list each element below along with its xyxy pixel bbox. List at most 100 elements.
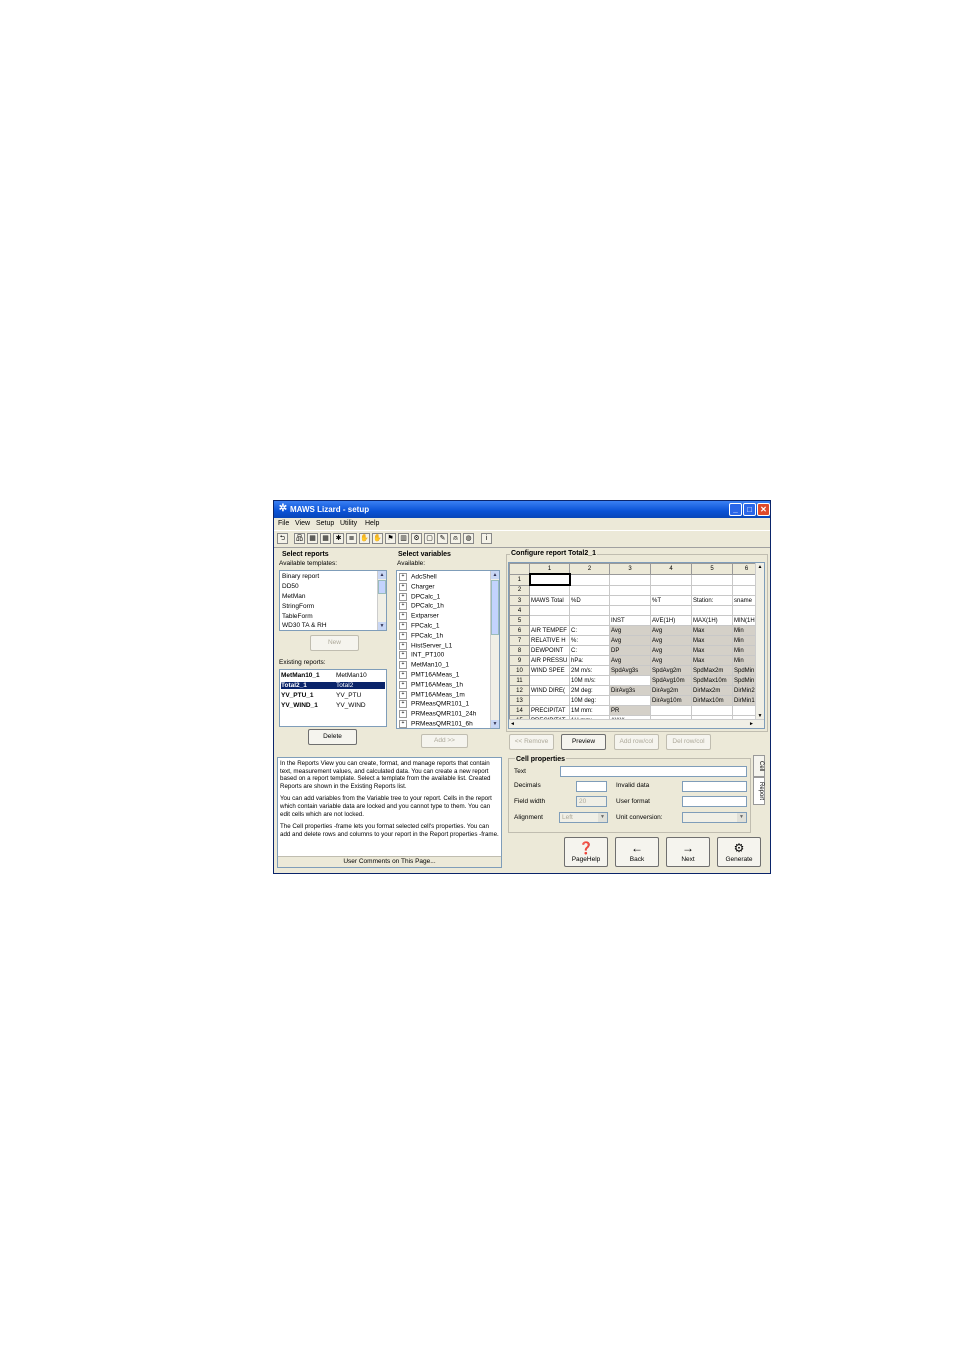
dev-icon[interactable]: ▦: [307, 533, 318, 544]
grid-cell[interactable]: Avg: [650, 655, 692, 666]
grid-cell[interactable]: [529, 605, 570, 616]
tree-item[interactable]: + PRMeasQMR101_6h: [399, 720, 473, 728]
row-header[interactable]: 5: [509, 615, 530, 626]
row-header[interactable]: 9: [509, 655, 530, 666]
table-icon[interactable]: ▥: [398, 533, 409, 544]
grid-cell[interactable]: [650, 705, 692, 716]
add-variable-button[interactable]: Add >>: [421, 734, 468, 748]
chevron-down-icon[interactable]: ▼: [737, 813, 746, 822]
grid-cell[interactable]: [569, 573, 610, 586]
delete-button[interactable]: Delete: [308, 729, 357, 745]
tree-item[interactable]: + PMT16AMeas_1m: [399, 690, 465, 699]
grid-cell[interactable]: Avg: [609, 625, 651, 636]
grid-cell[interactable]: [650, 605, 692, 616]
grid-cell[interactable]: DirAvg10m: [650, 695, 692, 706]
expand-icon[interactable]: +: [399, 631, 407, 640]
list-icon[interactable]: ≣: [346, 533, 357, 544]
maximize-button[interactable]: □: [743, 503, 756, 516]
grid-cell[interactable]: [569, 605, 610, 616]
variables-scrollbar[interactable]: ▲ ▼: [490, 571, 499, 728]
tree-item[interactable]: + FPCalc_1: [399, 622, 440, 630]
grid-cell[interactable]: WIND SPEE: [529, 665, 570, 676]
grid-cell[interactable]: [529, 615, 570, 626]
grid-cell[interactable]: Max: [691, 635, 733, 646]
expand-icon[interactable]: +: [399, 671, 407, 679]
remove-button[interactable]: << Remove: [509, 734, 554, 750]
row-header[interactable]: 3: [509, 595, 530, 606]
grid-cell[interactable]: [691, 605, 733, 616]
grid-cell[interactable]: Max: [691, 655, 733, 666]
generate-button[interactable]: ⚙ Generate: [717, 837, 761, 867]
tree-item[interactable]: + FPCalc_1h: [399, 631, 443, 640]
grid-cell[interactable]: PRECIPITAT: [529, 705, 570, 716]
grid-cell[interactable]: [609, 573, 651, 586]
grid-cell[interactable]: 10M m/s:: [569, 675, 610, 686]
grid-cell[interactable]: WIND DIRE(: [529, 685, 570, 696]
tab-cell[interactable]: Cell: [753, 755, 765, 777]
grid-cell[interactable]: [528, 573, 571, 586]
grid-cell[interactable]: AIR TEMPEF: [529, 625, 570, 636]
grid-cell[interactable]: %T: [650, 595, 692, 606]
expand-icon[interactable]: +: [399, 592, 407, 601]
grid-cell[interactable]: SpdMax2m: [691, 665, 733, 676]
expand-icon[interactable]: +: [399, 622, 407, 630]
column-header[interactable]: 4: [650, 563, 692, 575]
list-item[interactable]: MetMan: [282, 593, 305, 600]
user-comments-link[interactable]: User Comments on This Page...: [278, 856, 501, 867]
grid-cell[interactable]: SpdAvg2m: [650, 665, 692, 676]
column-header[interactable]: [509, 563, 530, 575]
minimize-button[interactable]: _: [729, 503, 742, 516]
unit-conversion-select[interactable]: ▼: [682, 812, 747, 823]
grid-cell[interactable]: [691, 573, 733, 586]
wrench-icon[interactable]: ✎: [437, 533, 448, 544]
grid-cell[interactable]: Avg: [609, 655, 651, 666]
tree-item[interactable]: + PMT16AMeas_1: [399, 671, 459, 679]
chevron-down-icon[interactable]: ▼: [598, 813, 607, 822]
list-item[interactable]: YV_PTU_1 YV_PTU: [281, 692, 385, 699]
grid-cell[interactable]: [609, 695, 651, 706]
scroll-up-icon[interactable]: ▲: [756, 563, 764, 571]
flag-icon[interactable]: ✱: [333, 533, 344, 544]
scroll-down-icon[interactable]: ▼: [378, 622, 386, 630]
list-item[interactable]: Binary report: [282, 573, 319, 580]
grid-cell[interactable]: Max: [691, 625, 733, 636]
grid-cell[interactable]: %D: [569, 595, 610, 606]
expand-icon[interactable]: +: [399, 680, 407, 689]
decimals-input[interactable]: [576, 781, 607, 792]
list-item[interactable]: TableForm: [282, 613, 313, 620]
grid-cell[interactable]: C:: [569, 625, 610, 636]
row-header[interactable]: 13: [509, 695, 530, 706]
scroll-left-icon[interactable]: ◄: [510, 720, 515, 728]
expand-icon[interactable]: +: [399, 641, 407, 650]
hand2-icon[interactable]: ✋: [372, 533, 383, 544]
grid-cell[interactable]: AIR PRESSU: [529, 655, 570, 666]
new-button[interactable]: New: [310, 635, 359, 651]
coins-icon[interactable]: ◍: [463, 533, 474, 544]
templates-scrollbar[interactable]: ▲ ▼: [377, 571, 386, 630]
variables-tree[interactable]: ▲ ▼ + AdcShell + Charger + DPCalc_1 + DPCalc_1h…: [396, 570, 500, 729]
expand-icon[interactable]: +: [399, 710, 407, 719]
add-row-col-button[interactable]: Add row/col: [614, 734, 659, 750]
invalid-data-input[interactable]: [682, 781, 747, 792]
list-item[interactable]: MetMan10_1 MetMan10: [281, 672, 385, 679]
grid-cell[interactable]: [650, 584, 692, 596]
expand-icon[interactable]: +: [399, 612, 407, 621]
dev2-icon[interactable]: ▦: [320, 533, 331, 544]
row-header[interactable]: 11: [509, 675, 530, 686]
row-header[interactable]: 12: [509, 685, 530, 696]
expand-icon[interactable]: +: [399, 573, 407, 581]
close-button[interactable]: ✕: [757, 503, 770, 516]
grid-cell[interactable]: PR: [609, 705, 651, 716]
back-arrow-icon[interactable]: ⮌: [277, 533, 288, 544]
tree-item[interactable]: + DPCalc_1: [399, 592, 440, 601]
grid-cell[interactable]: Max: [691, 645, 733, 656]
grid-cell[interactable]: MAX(1H): [691, 615, 733, 626]
report-grid[interactable]: 1 2 3 4 5 6 1 2 3 MAWS Total %D %T Station: sname 4 5 IN…: [508, 562, 765, 729]
scroll-up-icon[interactable]: ▲: [491, 571, 499, 579]
grid-cell[interactable]: [650, 573, 692, 586]
tree-item[interactable]: + PRMeasQMR101_24h: [399, 710, 476, 719]
text-input[interactable]: [560, 766, 747, 777]
preview-button[interactable]: Preview: [561, 734, 606, 750]
scroll-thumb[interactable]: [378, 580, 386, 594]
grid-cell[interactable]: AVE(1H): [650, 615, 692, 626]
